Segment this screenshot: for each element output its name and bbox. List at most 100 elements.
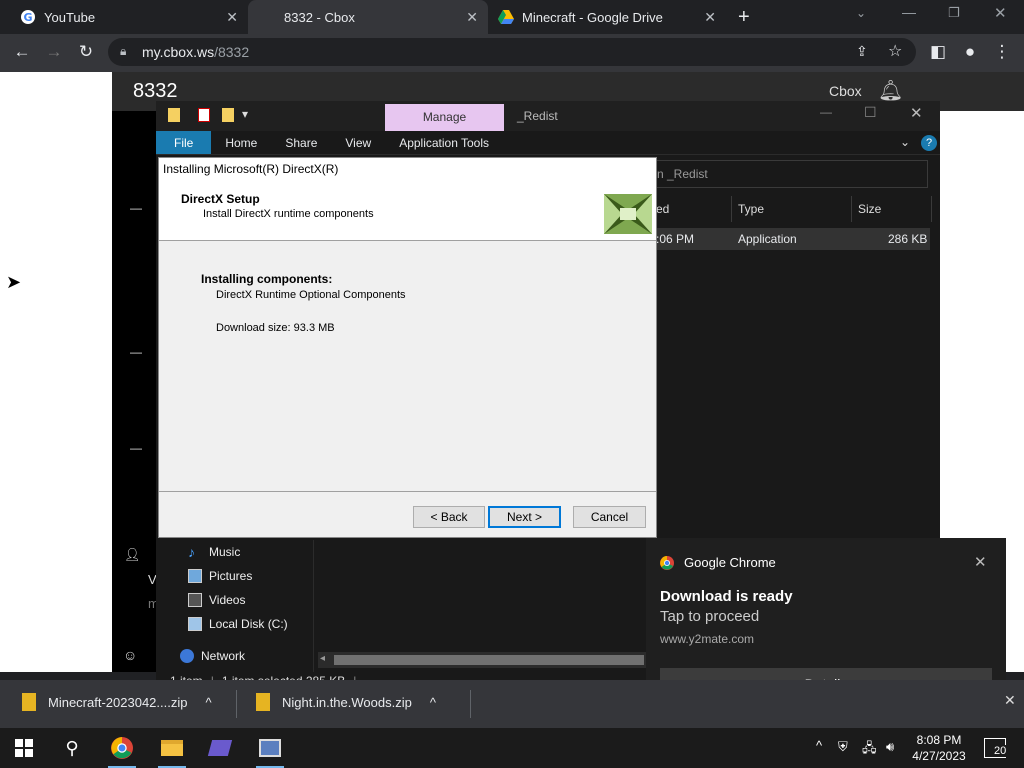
close-window-icon[interactable]: ✕: [994, 4, 1007, 22]
close-icon[interactable]: ✕: [910, 104, 923, 122]
tab-title: Minecraft - Google Drive: [522, 9, 663, 25]
ribbon-tab-share[interactable]: Share: [271, 131, 331, 154]
google-icon: G: [20, 9, 36, 25]
tab-youtube[interactable]: G YouTube ✕: [10, 0, 248, 34]
column-date-modified[interactable]: ed: [650, 196, 732, 222]
close-tab-icon[interactable]: ✕: [226, 9, 238, 26]
download-item[interactable]: Minecraft-2023042....zip ^: [22, 688, 236, 716]
chevron-down-icon[interactable]: ⌄: [900, 135, 910, 149]
bell-icon[interactable]: 🔔︎: [878, 78, 903, 103]
help-icon[interactable]: ?: [921, 135, 937, 151]
maximize-icon[interactable]: ☐: [864, 104, 877, 121]
profile-icon[interactable]: ●: [960, 42, 980, 62]
ribbon-tab-file[interactable]: File: [156, 131, 212, 154]
tab-google-drive[interactable]: Minecraft - Google Drive ✕: [488, 0, 726, 34]
new-tab-icon[interactable]: +: [738, 6, 750, 29]
windows-icon: [15, 739, 33, 757]
clock[interactable]: 8:08 PM 4/27/2023: [908, 732, 970, 764]
next-button[interactable]: Next >: [488, 506, 561, 528]
dialog-heading: DirectX Setup: [181, 192, 260, 206]
folder-icon: [168, 108, 180, 122]
dash-icon: —: [130, 345, 142, 359]
download-filename: Minecraft-2023042....zip: [48, 694, 188, 710]
side-panel-icon[interactable]: ◧: [928, 42, 948, 62]
bookmark-star-icon[interactable]: ☆: [888, 41, 902, 61]
chevron-up-icon[interactable]: ^: [205, 695, 211, 710]
zip-file-icon: [256, 693, 270, 711]
emoji-icon[interactable]: ☺: [123, 647, 137, 663]
videos-icon: [188, 593, 202, 607]
ribbon-tab-home[interactable]: Home: [211, 131, 271, 154]
properties-icon[interactable]: [198, 108, 210, 122]
network-icon[interactable]: 🖧︎: [862, 739, 877, 761]
cancel-button[interactable]: Cancel: [573, 506, 646, 528]
video-editor-taskbar-icon[interactable]: [198, 728, 242, 768]
file-explorer-taskbar-icon[interactable]: [150, 728, 194, 768]
music-icon: ♪: [188, 544, 195, 560]
tab-search-icon[interactable]: ⌄: [856, 6, 866, 20]
user-icon[interactable]: 👤︎: [124, 547, 141, 563]
security-icon[interactable]: ⛨: [838, 739, 848, 755]
quick-access-dropdown-icon[interactable]: ▾: [242, 107, 248, 121]
setup-taskbar-icon[interactable]: [248, 728, 292, 768]
file-row[interactable]: :06 PM Application 286 KB: [648, 228, 930, 250]
explorer-title-bar: ▾ _Redist — ☐ ✕: [156, 101, 940, 131]
nav-network[interactable]: Network: [180, 646, 245, 666]
notification-source: www.y2mate.com: [660, 632, 755, 646]
close-icon[interactable]: ✕: [974, 553, 987, 571]
ribbon-tab-view[interactable]: View: [331, 131, 385, 154]
reload-icon[interactable]: ↻: [76, 42, 96, 62]
nav-music[interactable]: ♪ Music: [188, 542, 240, 562]
chrome-taskbar-icon[interactable]: [100, 728, 144, 768]
minimize-icon[interactable]: —: [820, 105, 832, 119]
scroll-left-icon[interactable]: ◂: [320, 653, 325, 664]
back-button[interactable]: < Back: [413, 506, 485, 528]
tab-title: YouTube: [44, 9, 96, 25]
divider: [470, 690, 471, 718]
tab-cbox[interactable]: 8332 - Cbox ✕: [248, 0, 488, 34]
lock-icon: 🔒︎: [120, 44, 127, 58]
download-item[interactable]: Night.in.the.Woods.zip ^: [256, 688, 470, 716]
menu-icon[interactable]: ⋮: [992, 42, 1012, 62]
close-tab-icon[interactable]: ✕: [466, 9, 478, 26]
start-button[interactable]: [2, 728, 46, 768]
time: 8:08 PM: [916, 733, 962, 747]
search-icon[interactable]: ⚲: [50, 728, 94, 768]
address-bar[interactable]: 🔒︎ my.cbox.ws/8332 ⇪ ☆: [108, 38, 916, 66]
scrollbar-thumb[interactable]: [334, 655, 644, 665]
back-icon[interactable]: ←: [12, 42, 32, 62]
notification-center-icon[interactable]: 20: [984, 738, 1008, 758]
mouse-cursor-icon: ➤: [6, 272, 22, 292]
directx-setup-dialog: Installing Microsoft(R) DirectX(R) Direc…: [158, 157, 657, 538]
download-size: Download size: 93.3 MB: [216, 322, 335, 334]
close-tab-icon[interactable]: ✕: [704, 9, 716, 26]
volume-icon[interactable]: 🔊︎: [886, 739, 894, 755]
share-icon[interactable]: ⇪: [856, 43, 868, 60]
dash-icon: —: [130, 201, 142, 215]
nav-local-disk[interactable]: Local Disk (C:): [188, 614, 288, 634]
divider: [236, 690, 237, 718]
nav-videos[interactable]: Videos: [188, 590, 245, 610]
nav-pictures[interactable]: Pictures: [188, 566, 252, 586]
cbox-room-title: 8332: [133, 80, 178, 102]
notification-body: Tap to proceed: [660, 608, 760, 625]
file-type: Application: [738, 232, 797, 246]
notification-title: Download is ready: [660, 588, 793, 605]
new-folder-icon[interactable]: [222, 108, 234, 122]
column-type[interactable]: Type: [732, 196, 852, 222]
chevron-up-icon[interactable]: ^: [430, 695, 436, 710]
explorer-search-input[interactable]: n _Redist: [648, 160, 928, 188]
url-path: /8332: [214, 44, 250, 60]
component-name: DirectX Runtime Optional Components: [216, 289, 406, 301]
close-shelf-icon[interactable]: ✕: [1004, 692, 1016, 709]
network-icon: [180, 649, 194, 663]
minimize-icon[interactable]: —: [902, 4, 916, 20]
svg-text:G: G: [23, 11, 32, 24]
restore-icon[interactable]: ❐: [948, 5, 960, 21]
forward-icon[interactable]: →: [44, 42, 64, 62]
ribbon-tab-application-tools[interactable]: Application Tools: [385, 131, 503, 154]
notification-count: 20: [993, 745, 1008, 757]
show-hidden-icons-icon[interactable]: ^: [816, 738, 822, 753]
column-size[interactable]: Size: [852, 196, 932, 222]
manage-ribbon-tab[interactable]: Manage: [385, 104, 504, 131]
